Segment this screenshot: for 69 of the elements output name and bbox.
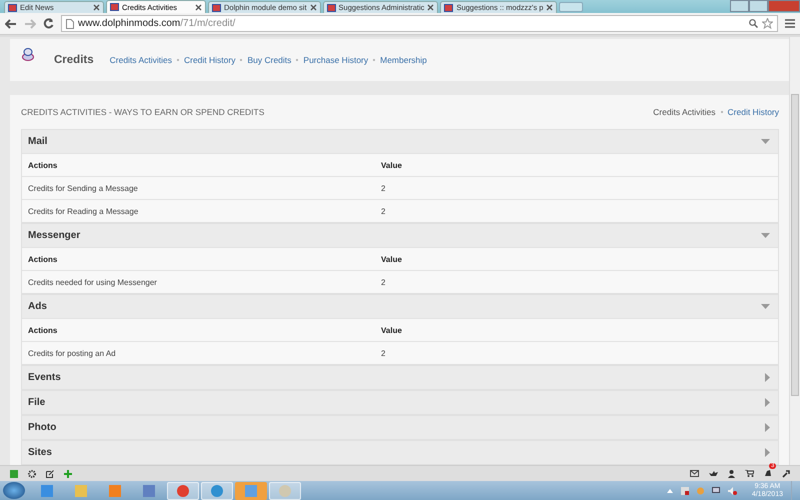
section-title: Events — [28, 372, 61, 383]
section-header[interactable]: Sites — [22, 440, 778, 464]
nav-link[interactable]: Purchase History — [303, 55, 368, 65]
table-cell-text: Credits for Sending a Message — [28, 184, 139, 192]
menu-icon[interactable] — [785, 19, 795, 28]
close-icon[interactable] — [310, 4, 317, 11]
nav-link[interactable]: Membership — [380, 55, 427, 65]
column-header: Value — [381, 160, 402, 170]
section-header[interactable]: Photo — [22, 415, 778, 439]
page-icon — [66, 18, 74, 28]
address-field[interactable]: www.dolphinmods.com/71/m/credit/ — [61, 15, 778, 32]
person-icon[interactable] — [728, 470, 735, 478]
favicon-icon — [444, 4, 454, 12]
table-cell: 2 — [381, 348, 386, 358]
favicon-icon — [110, 3, 119, 11]
table-cell: 2 — [381, 206, 386, 216]
close-icon[interactable] — [93, 4, 100, 11]
table-cell-text: Credits for posting an Ad — [28, 348, 117, 358]
back-icon[interactable] — [5, 18, 17, 28]
star-icon[interactable] — [762, 18, 773, 29]
section-title: Sites — [28, 447, 52, 458]
nav-link[interactable]: Credits Activities — [110, 55, 172, 65]
section-header[interactable]: Events — [22, 365, 778, 389]
shield-icon[interactable] — [680, 486, 689, 494]
favicon-icon — [8, 4, 17, 12]
nav-link[interactable]: Credit History — [184, 55, 236, 65]
start-button[interactable] — [3, 482, 25, 499]
scrollbar[interactable] — [789, 37, 800, 465]
section-title: Ads — [28, 301, 47, 312]
zoom-icon[interactable] — [749, 19, 758, 28]
panel-link[interactable]: Credit History — [728, 107, 779, 117]
minimize-button[interactable] — [730, 0, 749, 12]
section-title: Photo — [28, 422, 56, 433]
column-header: Value — [381, 326, 402, 334]
table-cell: 2 — [381, 184, 386, 192]
close-icon[interactable] — [427, 4, 434, 11]
section-header[interactable]: Mail — [22, 129, 778, 153]
section-header[interactable]: File — [22, 390, 778, 414]
section-title: Messenger — [28, 230, 80, 241]
column-header: Value — [381, 254, 402, 264]
favicon-icon — [212, 4, 221, 12]
table-cell-text: Credits needed for using Messenger — [28, 278, 158, 286]
wrench-icon[interactable] — [782, 470, 790, 478]
page-title: Credits — [54, 54, 94, 66]
mail-icon[interactable] — [690, 470, 699, 477]
panel-heading: CREDITS ACTIVITIES - WAYS TO EARN OR SPEND CREDITS — [21, 107, 264, 117]
table-cell: 2 — [381, 278, 386, 286]
column-header: Actions — [28, 160, 58, 170]
section-title: File — [28, 397, 46, 408]
section-header[interactable]: Messenger — [22, 223, 778, 247]
edit-icon[interactable] — [46, 470, 54, 478]
section-header[interactable]: Ads — [22, 294, 778, 318]
column-header: Actions — [28, 254, 58, 264]
speaker-muted-icon[interactable] — [728, 486, 737, 494]
cart-icon[interactable] — [745, 470, 754, 477]
section-title: Mail — [28, 136, 48, 147]
table-cell-text: Credits for Reading a Message — [28, 206, 140, 216]
gear-icon[interactable] — [28, 470, 36, 478]
close-icon[interactable] — [195, 4, 202, 10]
close-icon[interactable] — [546, 4, 554, 11]
nav-link[interactable]: Buy Credits — [247, 55, 292, 65]
square-icon — [10, 470, 18, 478]
panel-link[interactable]: Credits Activities — [653, 107, 716, 117]
network-icon[interactable] — [712, 486, 720, 494]
plus-icon[interactable] — [64, 470, 72, 478]
maximize-button[interactable] — [749, 0, 768, 12]
favicon-icon — [326, 4, 336, 12]
column-header: Actions — [28, 326, 58, 334]
reload-icon[interactable] — [43, 18, 54, 29]
